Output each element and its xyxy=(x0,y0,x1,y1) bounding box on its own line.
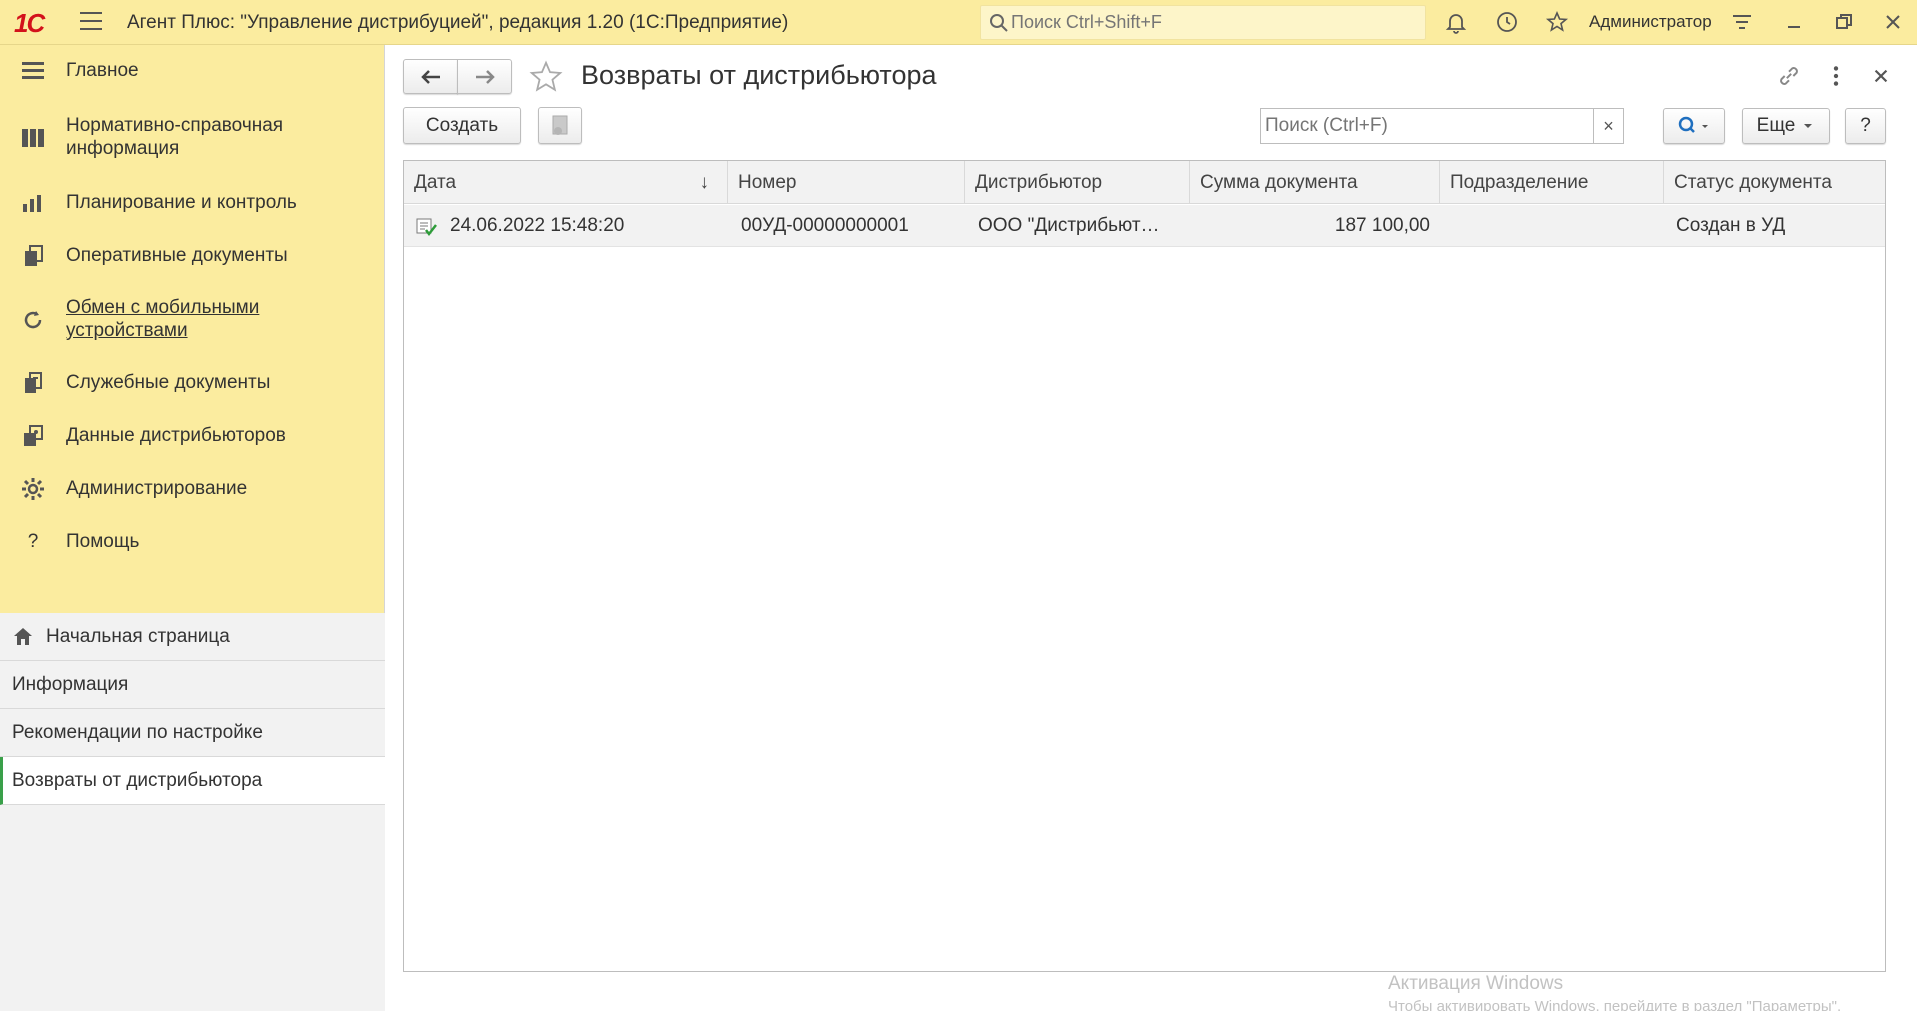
user-name[interactable]: Администратор xyxy=(1589,12,1712,32)
open-windows-panel: Начальная страница Информация Рекомендац… xyxy=(0,613,385,1011)
restore-icon[interactable] xyxy=(1830,8,1858,36)
table-row[interactable]: 24.06.2022 15:48:20 00УД-00000000001 ООО… xyxy=(404,205,1885,247)
help-icon: ? xyxy=(27,531,39,552)
favorite-star-icon[interactable] xyxy=(528,59,564,100)
column-header-label: Дата xyxy=(414,172,457,193)
sidebar-item-administration[interactable]: Администрирование xyxy=(0,473,385,505)
help-button[interactable]: ? xyxy=(1845,108,1886,144)
cell-department xyxy=(1450,205,1660,247)
gear-icon xyxy=(20,476,46,502)
column-header-sum[interactable]: Сумма документа xyxy=(1190,161,1440,204)
cell-number: 00УД-00000000001 xyxy=(741,215,909,236)
sidebar-item-distributor-data[interactable]: Данные дистрибьюторов xyxy=(0,420,385,452)
sidebar-item-reference[interactable]: Нормативно-справочная информация xyxy=(0,113,385,161)
sidebar-item-label: Нормативно-справочная информация xyxy=(66,115,284,159)
search-dropdown-icon xyxy=(1678,116,1708,133)
logo-1c: 1С xyxy=(14,8,45,38)
sidebar-item-label: Администрирование xyxy=(66,478,248,499)
app-title: Агент Плюс: "Управление дистрибуцией", р… xyxy=(127,12,789,33)
sidebar-item-label: Помощь xyxy=(66,531,140,552)
documents-icon xyxy=(20,243,46,269)
open-window-home[interactable]: Начальная страница xyxy=(0,613,385,661)
sidebar: Главное Нормативно-справочная информация… xyxy=(0,45,385,1011)
list-search-input[interactable] xyxy=(1265,109,1595,143)
link-icon[interactable] xyxy=(1776,63,1802,94)
column-header-status[interactable]: Статус документа xyxy=(1664,161,1885,204)
open-window-label: Возвраты от дистрибьютора xyxy=(12,770,263,791)
form-close-icon[interactable] xyxy=(1868,63,1894,94)
service-docs-icon xyxy=(20,370,46,396)
open-window-returns[interactable]: Возвраты от дистрибьютора xyxy=(0,757,385,805)
list-search[interactable]: × xyxy=(1260,108,1624,144)
sidebar-item-planning[interactable]: Планирование и контроль xyxy=(0,187,385,219)
search-options-button[interactable] xyxy=(1663,108,1725,144)
arrow-right-icon xyxy=(475,69,495,84)
sidebar-item-label: Оперативные документы xyxy=(66,245,288,266)
open-window-label: Информация xyxy=(12,674,129,695)
print-button[interactable] xyxy=(538,107,582,144)
distributor-data-icon xyxy=(20,423,46,449)
catalog-icon xyxy=(20,125,46,151)
menu-lines-icon xyxy=(20,58,46,84)
close-icon[interactable] xyxy=(1879,8,1907,36)
sidebar-item-label: Планирование и контроль xyxy=(66,192,297,213)
forward-button[interactable] xyxy=(457,59,512,94)
document-print-icon xyxy=(552,115,568,135)
open-window-label: Начальная страница xyxy=(46,626,230,647)
cell-status: Создан в УД xyxy=(1676,215,1786,236)
sidebar-item-operational-docs[interactable]: Оперативные документы xyxy=(0,240,385,272)
sidebar-item-main[interactable]: Главное xyxy=(0,55,385,87)
history-icon[interactable] xyxy=(1493,8,1521,36)
chevron-down-icon xyxy=(1804,124,1813,128)
open-window-recommendations[interactable]: Рекомендации по настройке xyxy=(0,709,385,757)
sort-desc-icon: ↓ xyxy=(699,172,710,193)
search-icon xyxy=(990,14,1008,32)
cell-date: 24.06.2022 15:48:20 xyxy=(450,215,625,236)
global-search-input[interactable] xyxy=(1011,6,1411,39)
bell-icon[interactable] xyxy=(1442,8,1470,36)
arrow-left-icon xyxy=(420,69,440,84)
more-vertical-icon[interactable] xyxy=(1823,63,1849,94)
favorites-star-icon[interactable] xyxy=(1543,8,1571,36)
cell-distributor: ООО "Дистрибьют… xyxy=(978,215,1160,236)
top-bar: 1С Агент Плюс: "Управление дистрибуцией"… xyxy=(0,0,1917,45)
chart-icon xyxy=(20,190,46,216)
sidebar-item-label: Данные дистрибьюторов xyxy=(66,425,286,446)
column-header-date[interactable]: Дата ↓ xyxy=(404,161,728,204)
sidebar-item-label: Главное xyxy=(66,60,139,81)
column-header-number[interactable]: Номер xyxy=(728,161,965,204)
windows-activation-title: Активация Windows xyxy=(1388,973,1564,994)
main-menu-icon[interactable] xyxy=(80,12,102,32)
sync-icon xyxy=(20,307,46,333)
column-header-distributor[interactable]: Дистрибьютор xyxy=(965,161,1190,204)
create-button[interactable]: Создать xyxy=(403,107,521,144)
back-button[interactable] xyxy=(403,59,458,94)
more-actions-button[interactable]: Еще xyxy=(1742,108,1830,144)
open-window-info[interactable]: Информация xyxy=(0,661,385,709)
global-search[interactable] xyxy=(980,5,1426,40)
documents-table: Дата ↓ Номер Дистрибьютор Сумма документ… xyxy=(403,160,1886,972)
minimize-icon[interactable] xyxy=(1780,8,1808,36)
open-window-label: Рекомендации по настройке xyxy=(12,722,263,743)
cell-sum: 187 100,00 xyxy=(1334,215,1430,236)
more-actions-label: Еще xyxy=(1756,115,1796,136)
sidebar-item-help[interactable]: ? Помощь xyxy=(0,526,385,558)
sidebar-item-label: Служебные документы xyxy=(66,372,271,393)
clear-search-button[interactable]: × xyxy=(1593,109,1623,143)
sidebar-item-label: Обмен с мобильными устройствами xyxy=(66,297,260,341)
home-icon xyxy=(14,628,32,645)
sidebar-item-service-docs[interactable]: Служебные документы xyxy=(0,367,385,399)
sidebar-item-mobile-exchange[interactable]: Обмен с мобильными устройствами xyxy=(0,295,385,343)
table-header: Дата ↓ Номер Дистрибьютор Сумма документ… xyxy=(404,161,1885,204)
column-header-department[interactable]: Подразделение xyxy=(1440,161,1664,204)
main-form: Возвраты от дистрибьютора Создать × Еще … xyxy=(386,45,1917,1011)
settings-menu-icon[interactable] xyxy=(1728,8,1756,36)
posted-document-icon xyxy=(416,218,437,237)
page-title: Возвраты от дистрибьютора xyxy=(581,60,937,90)
windows-activation-text: Чтобы активировать Windows, перейдите в … xyxy=(1388,998,1842,1011)
